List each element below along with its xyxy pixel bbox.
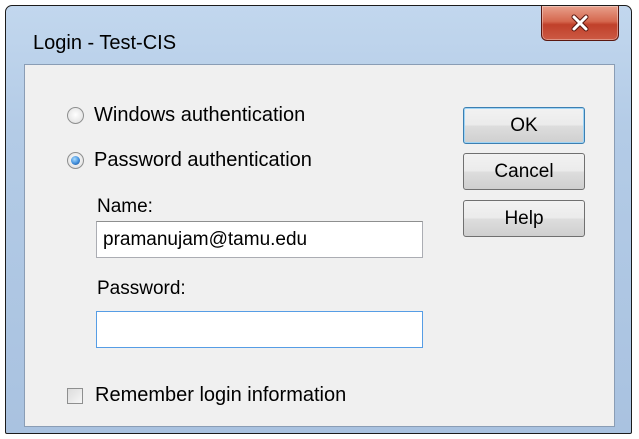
ok-button[interactable]: OK xyxy=(463,107,585,144)
window-title: Login - Test-CIS xyxy=(33,32,177,54)
help-button[interactable]: Help xyxy=(463,200,585,237)
login-dialog: Login - Test-CIS Windows authentication … xyxy=(5,5,632,434)
cancel-button[interactable]: Cancel xyxy=(463,153,585,190)
password-label: Password: xyxy=(97,278,186,299)
radio-windows-authentication-label: Windows authentication xyxy=(94,104,306,126)
remember-login-label: Remember login information xyxy=(95,384,347,406)
radio-indicator[interactable] xyxy=(67,107,84,124)
radio-password-authentication[interactable]: Password authentication xyxy=(67,149,312,172)
remember-login-checkbox-row[interactable]: Remember login information xyxy=(67,384,346,407)
title-bar[interactable]: Login - Test-CIS xyxy=(6,6,631,64)
close-icon xyxy=(570,14,590,32)
name-field[interactable] xyxy=(96,221,423,258)
dialog-body: Windows authentication Password authenti… xyxy=(24,64,615,427)
radio-indicator-selected[interactable] xyxy=(67,152,84,169)
radio-windows-authentication[interactable]: Windows authentication xyxy=(67,104,305,127)
name-label: Name: xyxy=(97,196,153,217)
radio-password-authentication-label: Password authentication xyxy=(94,149,312,171)
remember-login-checkbox[interactable] xyxy=(67,387,83,404)
password-field[interactable] xyxy=(96,311,423,348)
close-button[interactable] xyxy=(541,6,619,41)
